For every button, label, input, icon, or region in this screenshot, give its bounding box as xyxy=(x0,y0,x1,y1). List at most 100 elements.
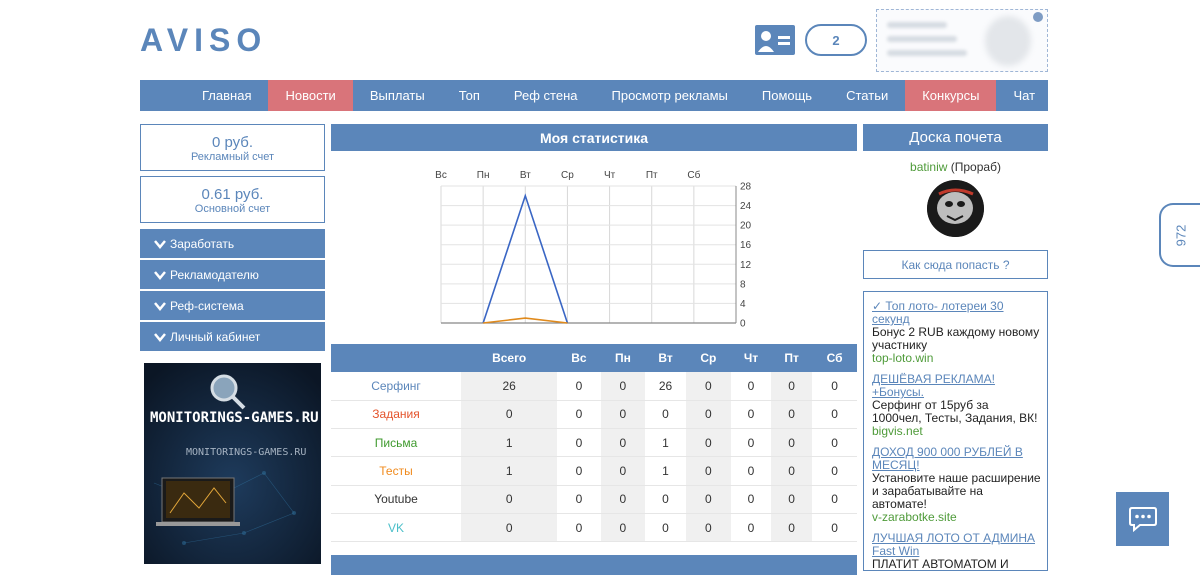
ad-banner[interactable]: MONITORINGS-GAMES.RU MONITORINGS-GAMES.R… xyxy=(144,363,321,564)
main-nav: Главная Новости Выплаты Топ Реф стена Просмот… xyxy=(140,80,1048,111)
nav-item[interactable]: Новости xyxy=(268,80,353,111)
nav-item[interactable]: Чат xyxy=(996,80,1052,111)
honor-avatar[interactable] xyxy=(927,180,984,237)
stats-cell: 0 xyxy=(557,428,601,458)
online-counter-value: 972 xyxy=(1172,224,1188,246)
stats-cell: 1 xyxy=(461,456,558,486)
text-ad[interactable]: ДЕШЁВАЯ РЕКЛАМА! +Бонусы. Серфинг от 15ру… xyxy=(872,373,1041,438)
chart-x-tick-label: Вт xyxy=(520,170,531,181)
ad-title[interactable]: ЛУЧШАЯ ЛОТО ОТ АДМИНА Fast Win xyxy=(872,532,1041,558)
stats-cell: 26 xyxy=(461,372,558,401)
nav-item[interactable]: Статьи xyxy=(829,80,905,111)
stats-cell: 0 xyxy=(685,428,731,458)
stats-cell: 0 xyxy=(685,400,731,430)
user-avatar[interactable] xyxy=(985,16,1031,66)
chat-button[interactable] xyxy=(1116,492,1169,546)
stats-column-header: Ср xyxy=(685,344,731,372)
ad-url[interactable]: v-zarabotke.site xyxy=(872,511,1041,524)
chevron-down-icon xyxy=(154,301,166,311)
nav-item[interactable]: Конкурсы xyxy=(905,80,997,111)
menu-account-label: Личный кабинет xyxy=(170,329,261,344)
online-counter-tab[interactable]: 972 xyxy=(1159,203,1200,267)
ad-url[interactable]: top-loto.win xyxy=(872,352,1041,365)
ad-description: ПЛАТИТ АВТОМАТОМ И xyxy=(872,557,1009,571)
ad-title[interactable]: ✓ Топ лото- лотереи 30 секунд xyxy=(872,300,1041,326)
menu-account[interactable]: Личный кабинет xyxy=(140,322,325,351)
stats-cell: 0 xyxy=(771,485,813,514)
text-ad[interactable]: ЛУЧШАЯ ЛОТО ОТ АДМИНА Fast Win ПЛАТИТ АВТ… xyxy=(872,532,1041,571)
notifications-button[interactable]: 2 xyxy=(805,24,867,56)
stats-cell: 0 xyxy=(730,485,772,514)
nav-item[interactable]: Помощь xyxy=(745,80,829,111)
chevron-down-icon xyxy=(154,239,166,249)
how-to-get-here-button[interactable]: Как сюда попасть ? xyxy=(863,250,1048,279)
menu-ref-system[interactable]: Реф-система xyxy=(140,291,325,320)
stats-cell: 0 xyxy=(461,513,558,543)
menu-earn[interactable]: Заработать xyxy=(140,229,325,258)
menu-advertiser[interactable]: Рекламодателю xyxy=(140,260,325,289)
stats-cell: 0 xyxy=(812,428,857,458)
nav-item[interactable]: Реф стена xyxy=(497,80,595,111)
stats-cell: 1 xyxy=(645,456,686,486)
stats-row: Youtube 0 0 0 0 0 0 0 0 xyxy=(331,485,857,514)
stats-cell: 0 xyxy=(685,456,731,486)
stats-row: Задания 0 0 0 0 0 0 0 0 xyxy=(331,400,857,430)
stats-cell: 0 xyxy=(557,456,601,486)
stats-cell: 0 xyxy=(730,372,772,401)
stats-cell: 0 xyxy=(812,400,857,430)
honor-user-line: batiniw (Прораб) xyxy=(863,160,1048,174)
stats-cell: 0 xyxy=(771,456,813,486)
stats-cell: 0 xyxy=(730,428,772,458)
menu-ref-system-label: Реф-система xyxy=(170,298,244,313)
stats-row: Письма 1 0 0 1 0 0 0 0 xyxy=(331,428,857,458)
user-info-box[interactable] xyxy=(876,9,1048,72)
text-ad[interactable]: ДОХОД 900 000 РУБЛЕЙ В МЕСЯЦ! Установите … xyxy=(872,446,1041,524)
profile-card-icon[interactable] xyxy=(755,25,795,55)
stats-cell: 0 xyxy=(461,485,558,514)
stats-cell: 0 xyxy=(557,513,601,543)
ad-url[interactable]: bigvis.net xyxy=(872,425,1041,438)
main-balance-value: 0.61 руб. xyxy=(201,186,264,203)
stats-cell: 0 xyxy=(461,400,558,430)
chevron-down-icon xyxy=(154,332,166,342)
site-logo[interactable]: AVISO xyxy=(140,22,267,59)
honor-rank: (Прораб) xyxy=(950,160,1001,174)
stats-column-header: Всего xyxy=(461,344,558,372)
nav-item[interactable]: Топ xyxy=(442,80,497,111)
main-balance[interactable]: 0.61 руб. Основной счет xyxy=(140,176,325,223)
nav-item[interactable]: Просмотр рекламы xyxy=(595,80,745,111)
ad-title[interactable]: ДОХОД 900 000 РУБЛЕЙ В МЕСЯЦ! xyxy=(872,446,1041,472)
stats-row-label[interactable]: Тесты xyxy=(331,456,461,486)
chart-y-tick-label: 28 xyxy=(740,182,752,193)
chart-y-tick-label: 20 xyxy=(740,221,752,232)
stats-row-label[interactable]: VK xyxy=(331,513,461,543)
honor-board: batiniw (Прораб) xyxy=(863,151,1048,246)
ad-balance[interactable]: 0 руб. Рекламный счет xyxy=(140,124,325,171)
stats-column-header: Вт xyxy=(645,344,686,372)
text-ad[interactable]: ✓ Топ лото- лотереи 30 секунд Бонус 2 RUB… xyxy=(872,300,1041,365)
menu-earn-label: Заработать xyxy=(170,236,235,251)
ad-title[interactable]: ДЕШЁВАЯ РЕКЛАМА! +Бонусы. xyxy=(872,373,1041,399)
stats-cell: 0 xyxy=(600,400,646,430)
ad-balance-value: 0 руб. xyxy=(211,134,254,151)
stats-column-header: Сб xyxy=(812,344,857,372)
stats-cell: 0 xyxy=(812,485,857,514)
stats-column-header: Чт xyxy=(730,344,772,372)
stats-cell: 0 xyxy=(771,400,813,430)
stats-row-label[interactable]: Youtube xyxy=(331,485,461,514)
stats-column-header: Пт xyxy=(771,344,813,372)
stats-cell: 0 xyxy=(771,372,813,401)
stats-cell: 1 xyxy=(461,428,558,458)
chart-y-tick-label: 8 xyxy=(740,279,746,290)
chart-y-tick-label: 24 xyxy=(740,201,752,212)
stats-row-label[interactable]: Серфинг xyxy=(331,372,461,401)
nav-item[interactable]: Выплаты xyxy=(353,80,442,111)
stats-row-label[interactable]: Письма xyxy=(331,428,461,458)
settings-icon[interactable] xyxy=(1033,12,1043,22)
stats-cell: 0 xyxy=(812,372,857,401)
stats-chart: Вс Пн Вт Ср Чт Пт Сб 0 4 8 12 16 20 24 28 xyxy=(435,169,752,330)
stats-row-label[interactable]: Задания xyxy=(331,400,461,430)
stats-row: Тесты 1 0 0 1 0 0 0 0 xyxy=(331,456,857,486)
honor-username[interactable]: batiniw xyxy=(910,160,947,174)
nav-item[interactable]: Главная xyxy=(185,80,268,111)
